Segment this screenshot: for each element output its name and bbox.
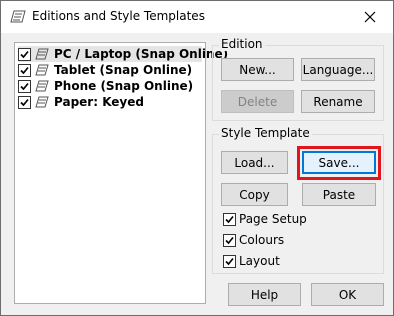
edition-checkbox[interactable] bbox=[18, 47, 31, 61]
list-item-edition[interactable]: PC / Laptop (Snap Online) bbox=[18, 46, 228, 62]
edition-icon bbox=[35, 48, 49, 60]
language-button[interactable]: Language... bbox=[301, 58, 375, 81]
checkmark-icon bbox=[20, 82, 29, 90]
list-item-edition[interactable]: Paper: Keyed bbox=[18, 94, 202, 110]
new-edition-button[interactable]: New... bbox=[221, 58, 294, 81]
edition-label: Phone (Snap Online) bbox=[54, 79, 194, 93]
layout-checkbox[interactable] bbox=[223, 254, 236, 268]
ok-button[interactable]: OK bbox=[311, 283, 384, 306]
layout-option[interactable]: Layout bbox=[223, 253, 280, 269]
colours-label: Colours bbox=[239, 233, 285, 247]
edition-icon bbox=[10, 10, 26, 23]
style-template-group-title: Style Template bbox=[219, 126, 312, 140]
layout-label: Layout bbox=[239, 254, 280, 268]
delete-edition-button[interactable]: Delete bbox=[221, 90, 294, 113]
edition-icon bbox=[35, 64, 49, 76]
edition-checkbox[interactable] bbox=[18, 95, 31, 109]
copy-template-button[interactable]: Copy bbox=[221, 183, 288, 206]
edition-icon bbox=[35, 80, 49, 92]
page-setup-label: Page Setup bbox=[239, 212, 307, 226]
paste-template-button[interactable]: Paste bbox=[302, 183, 376, 206]
checkmark-icon bbox=[225, 215, 234, 223]
list-item-edition[interactable]: Tablet (Snap Online) bbox=[18, 62, 202, 78]
load-template-button[interactable]: Load... bbox=[221, 151, 288, 174]
edition-label: Paper: Keyed bbox=[54, 95, 144, 109]
colours-checkbox[interactable] bbox=[223, 233, 236, 247]
help-button[interactable]: Help bbox=[228, 283, 301, 306]
rename-edition-button[interactable]: Rename bbox=[301, 90, 375, 113]
checkmark-icon bbox=[225, 257, 234, 265]
edition-checkbox[interactable] bbox=[18, 63, 31, 77]
save-template-button[interactable]: Save... bbox=[302, 151, 376, 174]
colours-option[interactable]: Colours bbox=[223, 232, 284, 248]
page-setup-checkbox[interactable] bbox=[223, 212, 236, 226]
list-item-edition[interactable]: Phone (Snap Online) bbox=[18, 78, 202, 94]
edition-label: Tablet (Snap Online) bbox=[54, 63, 193, 77]
close-button[interactable] bbox=[347, 1, 393, 33]
edition-label: PC / Laptop (Snap Online) bbox=[54, 47, 229, 61]
window-title: Editions and Style Templates bbox=[32, 9, 205, 23]
edition-icon bbox=[35, 96, 49, 108]
checkmark-icon bbox=[225, 236, 234, 244]
checkmark-icon bbox=[20, 50, 29, 58]
checkmark-icon bbox=[20, 98, 29, 106]
title-bar[interactable]: Editions and Style Templates bbox=[1, 1, 393, 33]
editions-list[interactable]: PC / Laptop (Snap Online) Tablet (Snap O… bbox=[14, 42, 228, 304]
close-icon bbox=[364, 11, 376, 23]
dialog-window: Editions and Style Templates PC / Laptop… bbox=[0, 0, 394, 316]
checkmark-icon bbox=[20, 66, 29, 74]
edition-group-title: Edition bbox=[219, 37, 265, 51]
page-setup-option[interactable]: Page Setup bbox=[223, 211, 307, 227]
edition-checkbox[interactable] bbox=[18, 79, 31, 93]
